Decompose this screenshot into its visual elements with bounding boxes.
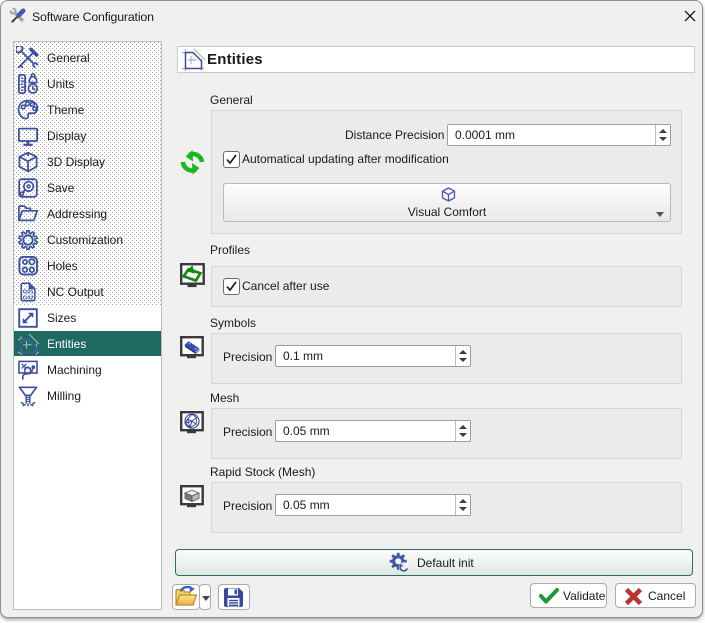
svg-text:G02: G02: [23, 295, 34, 301]
